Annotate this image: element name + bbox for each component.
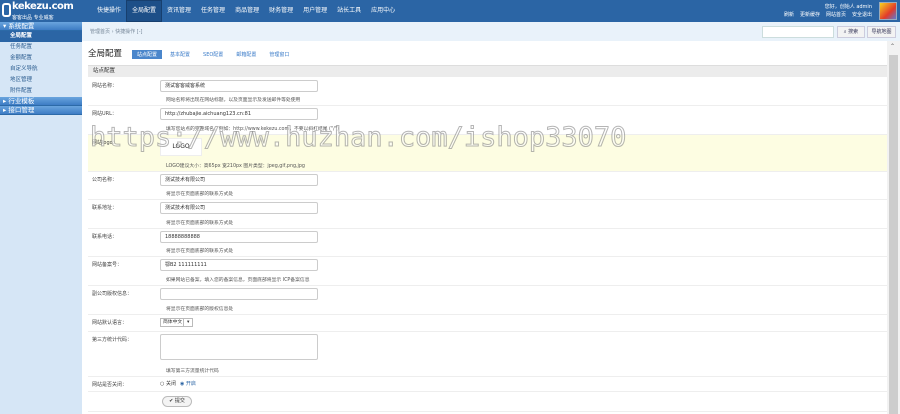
main-content: 全局配置 站点配置 基本配置 SEO配置 邮箱配置 管理窗口 站点配置 网站名称： 测试客… [82,41,887,414]
sidebar-item[interactable]: 自定义导航 [0,64,82,75]
submit-button[interactable]: ✔ 提交 [162,396,192,407]
field-label: 第三方统计代码： [92,337,133,343]
breadcrumb-bar: 管理首页 › 快捷操作 [-] ⌕ 搜索 导航地图 [82,22,900,41]
logo-tagline: 客客出品 专业威客 [12,15,54,21]
form-row: 网站是否关闭： ○ 关闭 ◉ 开启 [88,377,887,392]
text-input[interactable]: 测试客客威客系统 [160,80,318,92]
field-hint: 将显示在页面底部的版权信息处 [166,307,234,312]
tab[interactable]: 邮箱配置 [231,50,261,59]
logo-preview[interactable]: LOGO [160,138,202,156]
form-row: 网站名称： 测试客客威客系统网站名称将出现在网站标题，以及页面显示及发送邮件等处使… [88,78,887,106]
sidebar-section[interactable]: ▾ 系统配置 [0,22,82,31]
field-label: 网站URL： [92,111,117,117]
nav-item[interactable]: 站长工具 [332,0,366,22]
close-site-radios: ○ 关闭 ◉ 开启 [160,380,200,387]
text-input[interactable] [160,288,318,300]
avatar[interactable] [879,2,897,20]
radio-label: 开启 [185,381,196,387]
field-label: 公司名称： [92,177,118,183]
sidebar-item[interactable]: 地区管理 [0,75,82,86]
sidebar-item[interactable]: 附件配置 [0,86,82,97]
text-input[interactable]: 测试技术有限公司 [160,202,318,214]
form-row: 网站URL： http://zhubajie.aichuang123.cn:81 填… [88,106,887,135]
field-label: 网站名称： [92,83,118,89]
field-label: 网站logo： [92,140,118,146]
sidebar-item[interactable]: 金额配置 [0,53,82,64]
search-input[interactable] [762,26,834,38]
tab[interactable]: 管理窗口 [264,50,294,59]
field-hint: 网站名称将出现在网站标题，以及页面显示及发送邮件等处使用 [166,98,301,103]
top-bar: kekezu.com 客客出品 专业威客 快捷操作 全局配置 资讯管理 任务管理 商品管… [0,0,900,22]
text-input[interactable]: http://zhubajie.aichuang123.cn:81 [160,108,318,120]
sidebar-section[interactable]: ▸ 接口管理 [0,106,82,115]
field-hint: 将显示在页面底部的联系方式处 [166,249,234,254]
field-hint: LOGO建议大小：高65px 宽210px 图片类型：jpeg,gif,png,… [166,164,305,169]
nav-item[interactable]: 任务管理 [196,0,230,22]
page-title: 全局配置 [88,49,123,59]
scroll-up-icon[interactable]: ⌃ [890,43,895,50]
field-label: 联系地址： [92,205,118,211]
language-select[interactable]: 简体中文 [160,318,194,327]
text-input[interactable]: 鄂B2 111111111 [160,259,318,271]
search-button[interactable]: ⌕ 搜索 [837,26,865,38]
field-hint: 填写第三方流量统计代码 [166,369,219,374]
field-label: 网站默认语言： [92,320,128,326]
nav-item[interactable]: 资讯管理 [162,0,196,22]
greeting: 您好，创始人 admin [824,4,872,10]
field-label: 联系电话： [92,234,118,240]
form-row: 网站logo： LOGO LOGO建议大小：高65px 宽210px 图片类型：jp… [88,135,887,172]
nav-item[interactable]: 应用中心 [366,0,400,22]
nav-item[interactable]: 全局配置 [126,0,163,22]
form-row: 网站默认语言： 简体中文 [88,315,887,332]
form-row: 公司名称： 测试技术有限公司将显示在页面底部的联系方式处 [88,172,887,200]
field-label: 网站是否关闭： [92,382,128,388]
form-row: 第三方统计代码： 填写第三方流量统计代码 [88,332,887,377]
field-hint: 如果网站已备案，填入您的备案信息，页面底部将显示 ICP备案信息 [166,278,310,283]
nav-item[interactable]: 快捷操作 [92,0,126,22]
sidebar-item[interactable]: 全局配置 [0,31,82,42]
nav-item[interactable]: 财务管理 [264,0,298,22]
form-row: 联系电话： 18888888888 将显示在页面底部的联系方式处 [88,229,887,257]
form-row: 联系地址： 测试技术有限公司将显示在页面底部的联系方式处 [88,200,887,229]
field-label: 副公司版权信息： [92,291,133,297]
field-hint: 将显示在页面底部的联系方式处 [166,221,234,226]
stats-code-textarea[interactable] [160,334,318,360]
nav-item[interactable]: 用户管理 [298,0,332,22]
user-link[interactable]: 安全退出 [852,12,872,18]
sidebar: ▾ 系统配置 全局配置 任务配置 金额配置 自定义导航 地区管理 附件配置 ▸ 行业模板 ▸ 接… [0,22,82,414]
form-row: 副公司版权信息： 将显示在页面底部的版权信息处 [88,286,887,315]
nav-map-button[interactable]: 导航地图 [867,26,896,38]
user-links: 刷新 更新缓存 网站首页 安全退出 [778,11,872,19]
text-input[interactable]: 18888888888 [160,231,318,243]
main-nav: 快捷操作 全局配置 资讯管理 任务管理 商品管理 财务管理 用户管理 站长工具 应用中心 [92,0,400,22]
radio-option[interactable]: ◉ 开启 [180,381,196,387]
user-link[interactable]: 刷新 [784,12,794,18]
field-label: 网站备案号： [92,262,123,268]
logo-mark-icon [2,3,11,17]
nav-item[interactable]: 商品管理 [230,0,264,22]
radio-label: 关闭 [165,381,176,387]
user-link[interactable]: 更新缓存 [800,12,820,18]
config-tabs: 站点配置 基本配置 SEO配置 邮箱配置 管理窗口 [132,50,297,59]
sidebar-section[interactable]: ▸ 行业模板 [0,97,82,106]
user-link[interactable]: 网站首页 [826,12,846,18]
config-form: 网站名称： 测试客客威客系统网站名称将出现在网站标题，以及页面显示及发送邮件等处使… [88,78,887,412]
vertical-scrollbar[interactable]: ⌃ [887,41,900,414]
scroll-thumb[interactable] [889,55,898,414]
text-input[interactable]: 测试技术有限公司 [160,174,318,186]
user-box: 您好，创始人 admin 刷新 更新缓存 网站首页 安全退出 [778,3,872,19]
section-header: 站点配置 [88,65,887,77]
radio-option[interactable]: ○ 关闭 [160,381,176,387]
sidebar-item[interactable]: 任务配置 [0,42,82,53]
tab[interactable]: 基本配置 [165,50,195,59]
field-hint: 填写您站点的完整域名。例如：http://www.kekezu.com，不要以斜… [166,127,339,132]
tab[interactable]: SEO配置 [198,50,228,59]
tab[interactable]: 站点配置 [132,50,163,59]
field-hint: 将显示在页面底部的联系方式处 [166,192,234,197]
form-row: ✔ 提交 [88,392,887,412]
breadcrumb[interactable]: 管理首页 › 快捷操作 [-] [90,28,142,35]
logo[interactable]: kekezu.com 客客出品 专业威客 [2,1,80,21]
logo-name: kekezu.com [12,1,74,12]
form-row: 网站备案号： 鄂B2 111111111 如果网站已备案，填入您的备案信息，页面底部… [88,257,887,286]
